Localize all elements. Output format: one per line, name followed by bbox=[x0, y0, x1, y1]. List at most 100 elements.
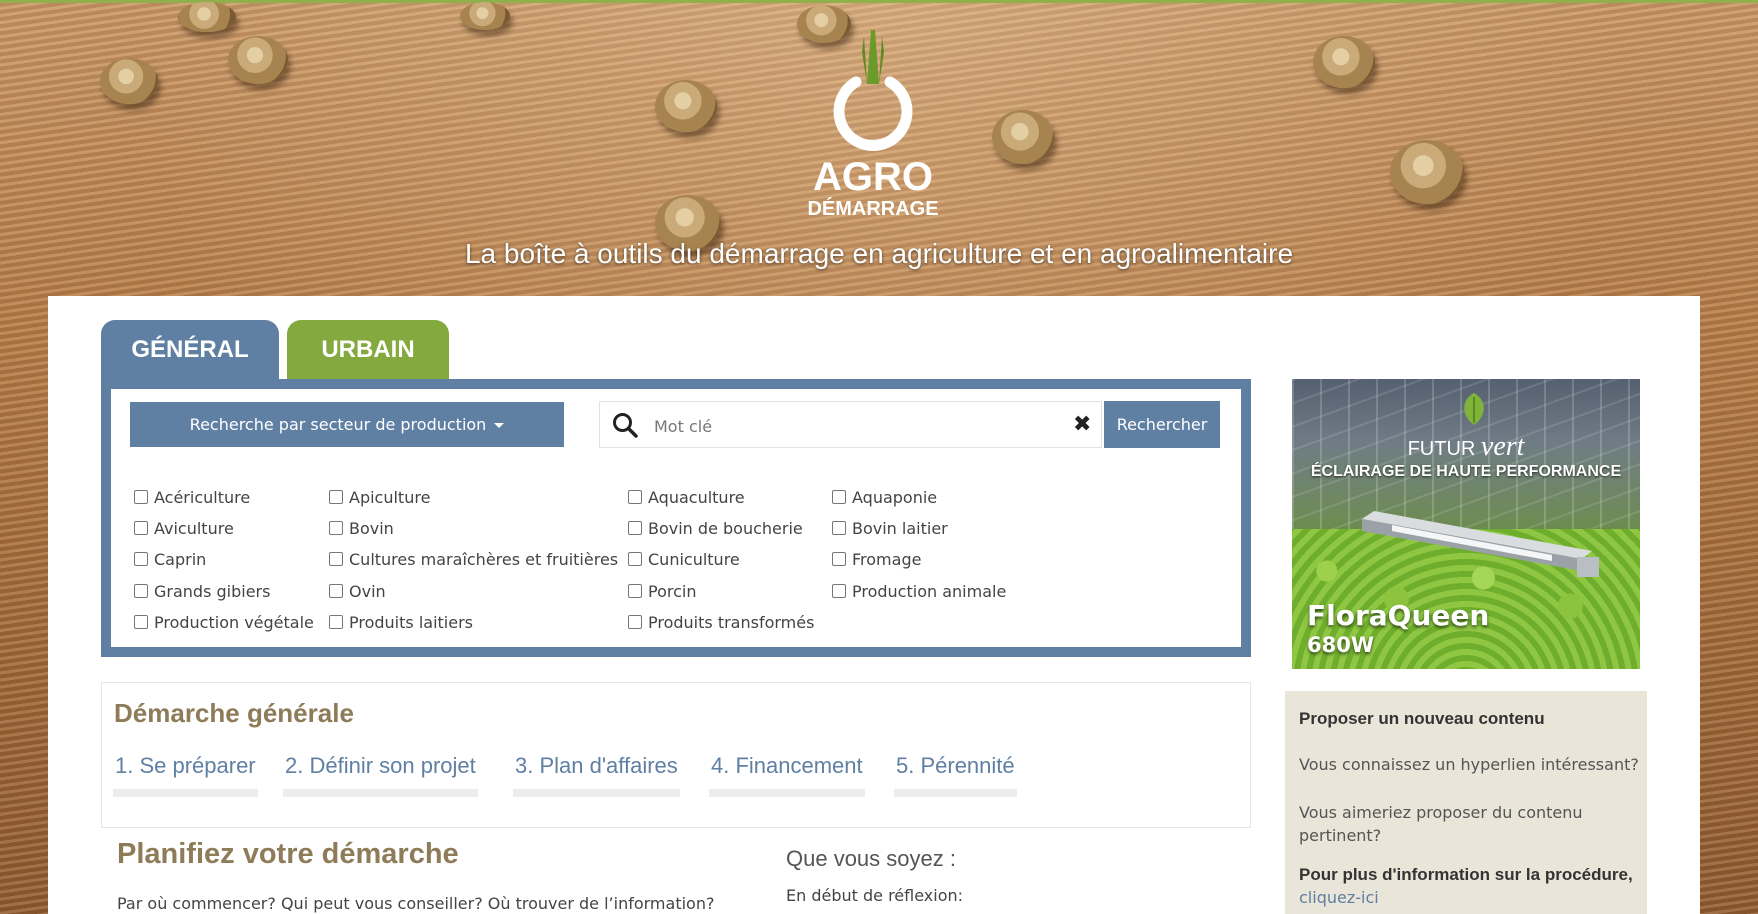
checkbox-box[interactable] bbox=[329, 615, 343, 629]
step-se-preparer[interactable]: 1. Se préparer bbox=[113, 753, 258, 797]
checkbox-box[interactable] bbox=[832, 552, 846, 566]
hay-bale-image bbox=[100, 58, 158, 104]
step-definir-projet[interactable]: 2. Définir son projet bbox=[283, 753, 478, 797]
checkbox-label: Bovin de boucherie bbox=[648, 519, 803, 538]
checkbox-cultures-maraicheres[interactable]: Cultures maraîchères et fruitières bbox=[329, 550, 618, 569]
checkbox-box[interactable] bbox=[329, 490, 343, 504]
tab-urbain[interactable]: URBAIN bbox=[287, 320, 449, 380]
sector-dropdown-label: Recherche par secteur de production bbox=[189, 415, 487, 434]
propose-content-box: Proposer un nouveau contenu Vous connais… bbox=[1285, 691, 1647, 914]
checkbox-box[interactable] bbox=[628, 521, 642, 535]
grow-light-image bbox=[1362, 511, 1599, 577]
checkbox-label: Bovin bbox=[349, 519, 394, 538]
keyword-input[interactable] bbox=[652, 410, 1056, 442]
checkbox-label: Porcin bbox=[648, 582, 697, 601]
site-tagline: La boîte à outils du démarrage en agricu… bbox=[464, 238, 1294, 269]
checkbox-label: Fromage bbox=[852, 550, 922, 569]
logo-text-agro: AGRO bbox=[813, 155, 933, 199]
checkbox-box[interactable] bbox=[329, 552, 343, 566]
clear-icon[interactable]: ✖ bbox=[1073, 412, 1091, 437]
checkbox-production-vegetale[interactable]: Production végétale bbox=[134, 613, 314, 632]
ad-brand: FUTUR vert bbox=[1292, 431, 1640, 463]
search-icon bbox=[613, 413, 638, 438]
plan-title: Planifiez votre démarche bbox=[117, 838, 459, 870]
checkbox-cuniculture[interactable]: Cuniculture bbox=[628, 550, 740, 569]
sector-dropdown-button[interactable]: Recherche par secteur de production bbox=[130, 402, 564, 447]
checkbox-box[interactable] bbox=[329, 584, 343, 598]
top-accent-line bbox=[0, 0, 1758, 3]
hay-bale-image bbox=[460, 2, 510, 30]
hay-bale-image bbox=[992, 110, 1054, 164]
checkbox-box[interactable] bbox=[832, 584, 846, 598]
checkbox-porcin[interactable]: Porcin bbox=[628, 582, 696, 601]
ad-brand-futur: FUTUR bbox=[1407, 438, 1476, 460]
step-perennite[interactable]: 5. Pérennité bbox=[894, 753, 1017, 797]
checkbox-aquaculture[interactable]: Aquaculture bbox=[628, 488, 745, 507]
checkbox-box[interactable] bbox=[134, 584, 148, 598]
hay-bale-image bbox=[178, 2, 236, 32]
checkbox-box[interactable] bbox=[628, 615, 642, 629]
plan-text: Par où commencer? Qui peut vous conseill… bbox=[117, 894, 715, 913]
logo-text-demarrage: DÉMARRAGE bbox=[807, 198, 939, 220]
search-panel-inner: Recherche par secteur de production ✖ Re… bbox=[111, 389, 1241, 647]
checkbox-bovin[interactable]: Bovin bbox=[329, 519, 394, 538]
propose-info: Pour plus d'information sur la procédure… bbox=[1299, 865, 1633, 884]
leaf-icon bbox=[1464, 393, 1484, 425]
checkbox-label: Aquaculture bbox=[648, 488, 745, 507]
propose-title: Proposer un nouveau contenu bbox=[1299, 709, 1545, 728]
que-text: En début de réflexion: bbox=[786, 886, 964, 905]
caret-down-icon bbox=[494, 423, 505, 428]
checkbox-production-animale[interactable]: Production animale bbox=[832, 582, 1006, 601]
checkbox-box[interactable] bbox=[628, 490, 642, 504]
propose-link[interactable]: cliquez-ici bbox=[1299, 888, 1379, 907]
checkbox-produits-laitiers[interactable]: Produits laitiers bbox=[329, 613, 473, 632]
checkbox-box[interactable] bbox=[628, 584, 642, 598]
propose-question-1: Vous connaissez un hyperlien intéressant… bbox=[1299, 755, 1639, 774]
ad-product-power: 680W bbox=[1307, 633, 1374, 657]
checkbox-label: Produits laitiers bbox=[349, 613, 473, 632]
checkbox-bovin-de-boucherie[interactable]: Bovin de boucherie bbox=[628, 519, 803, 538]
ad-product-name: FloraQueen bbox=[1307, 599, 1490, 632]
checkbox-ovin[interactable]: Ovin bbox=[329, 582, 386, 601]
hay-bale-image bbox=[1390, 140, 1464, 204]
checkbox-apiculture[interactable]: Apiculture bbox=[329, 488, 430, 507]
checkbox-label: Production végétale bbox=[154, 613, 314, 632]
checkbox-label: Apiculture bbox=[349, 488, 431, 507]
checkbox-box[interactable] bbox=[832, 521, 846, 535]
propose-question-2: Vous aimeriez proposer du contenu pertin… bbox=[1299, 803, 1583, 845]
checkbox-label: Aquaponie bbox=[852, 488, 938, 507]
checkbox-box[interactable] bbox=[628, 552, 642, 566]
checkbox-caprin[interactable]: Caprin bbox=[134, 550, 206, 569]
hay-bale-image bbox=[1313, 36, 1375, 88]
checkbox-label: Acériculture bbox=[154, 488, 251, 507]
checkbox-aviculture[interactable]: Aviculture bbox=[134, 519, 234, 538]
checkbox-box[interactable] bbox=[134, 490, 148, 504]
search-button[interactable]: Rechercher bbox=[1104, 401, 1220, 448]
checkbox-box[interactable] bbox=[134, 521, 148, 535]
keyword-search-field: ✖ bbox=[599, 401, 1102, 448]
step-plan-affaires[interactable]: 3. Plan d'affaires bbox=[513, 753, 680, 797]
checkbox-label: Grands gibiers bbox=[154, 582, 271, 601]
checkbox-grands-gibiers[interactable]: Grands gibiers bbox=[134, 582, 270, 601]
checkbox-box[interactable] bbox=[832, 490, 846, 504]
checkbox-label: Bovin laitier bbox=[852, 519, 948, 538]
checkbox-box[interactable] bbox=[329, 521, 343, 535]
checkbox-fromage[interactable]: Fromage bbox=[832, 550, 921, 569]
search-panel: Recherche par secteur de production ✖ Re… bbox=[101, 379, 1251, 657]
hay-bale-image bbox=[655, 80, 717, 132]
checkbox-label: Production animale bbox=[852, 582, 1007, 601]
checkbox-aquaponie[interactable]: Aquaponie bbox=[832, 488, 937, 507]
checkbox-label: Aviculture bbox=[154, 519, 234, 538]
advertisement-banner[interactable]: FUTUR vert ÉCLAIRAGE DE HAUTE PERFORMANC… bbox=[1292, 379, 1640, 669]
step-financement[interactable]: 4. Financement bbox=[709, 753, 865, 797]
checkbox-label: Caprin bbox=[154, 550, 207, 569]
tab-general[interactable]: GÉNÉRAL bbox=[101, 320, 279, 380]
checkbox-box[interactable] bbox=[134, 615, 148, 629]
checkbox-label: Ovin bbox=[349, 582, 386, 601]
checkbox-bovin-laitier[interactable]: Bovin laitier bbox=[832, 519, 948, 538]
que-title: Que vous soyez : bbox=[786, 846, 956, 871]
checkbox-produits-transformes[interactable]: Produits transformés bbox=[628, 613, 814, 632]
checkbox-acericulture[interactable]: Acériculture bbox=[134, 488, 250, 507]
hay-bale-image bbox=[228, 36, 288, 84]
checkbox-box[interactable] bbox=[134, 552, 148, 566]
